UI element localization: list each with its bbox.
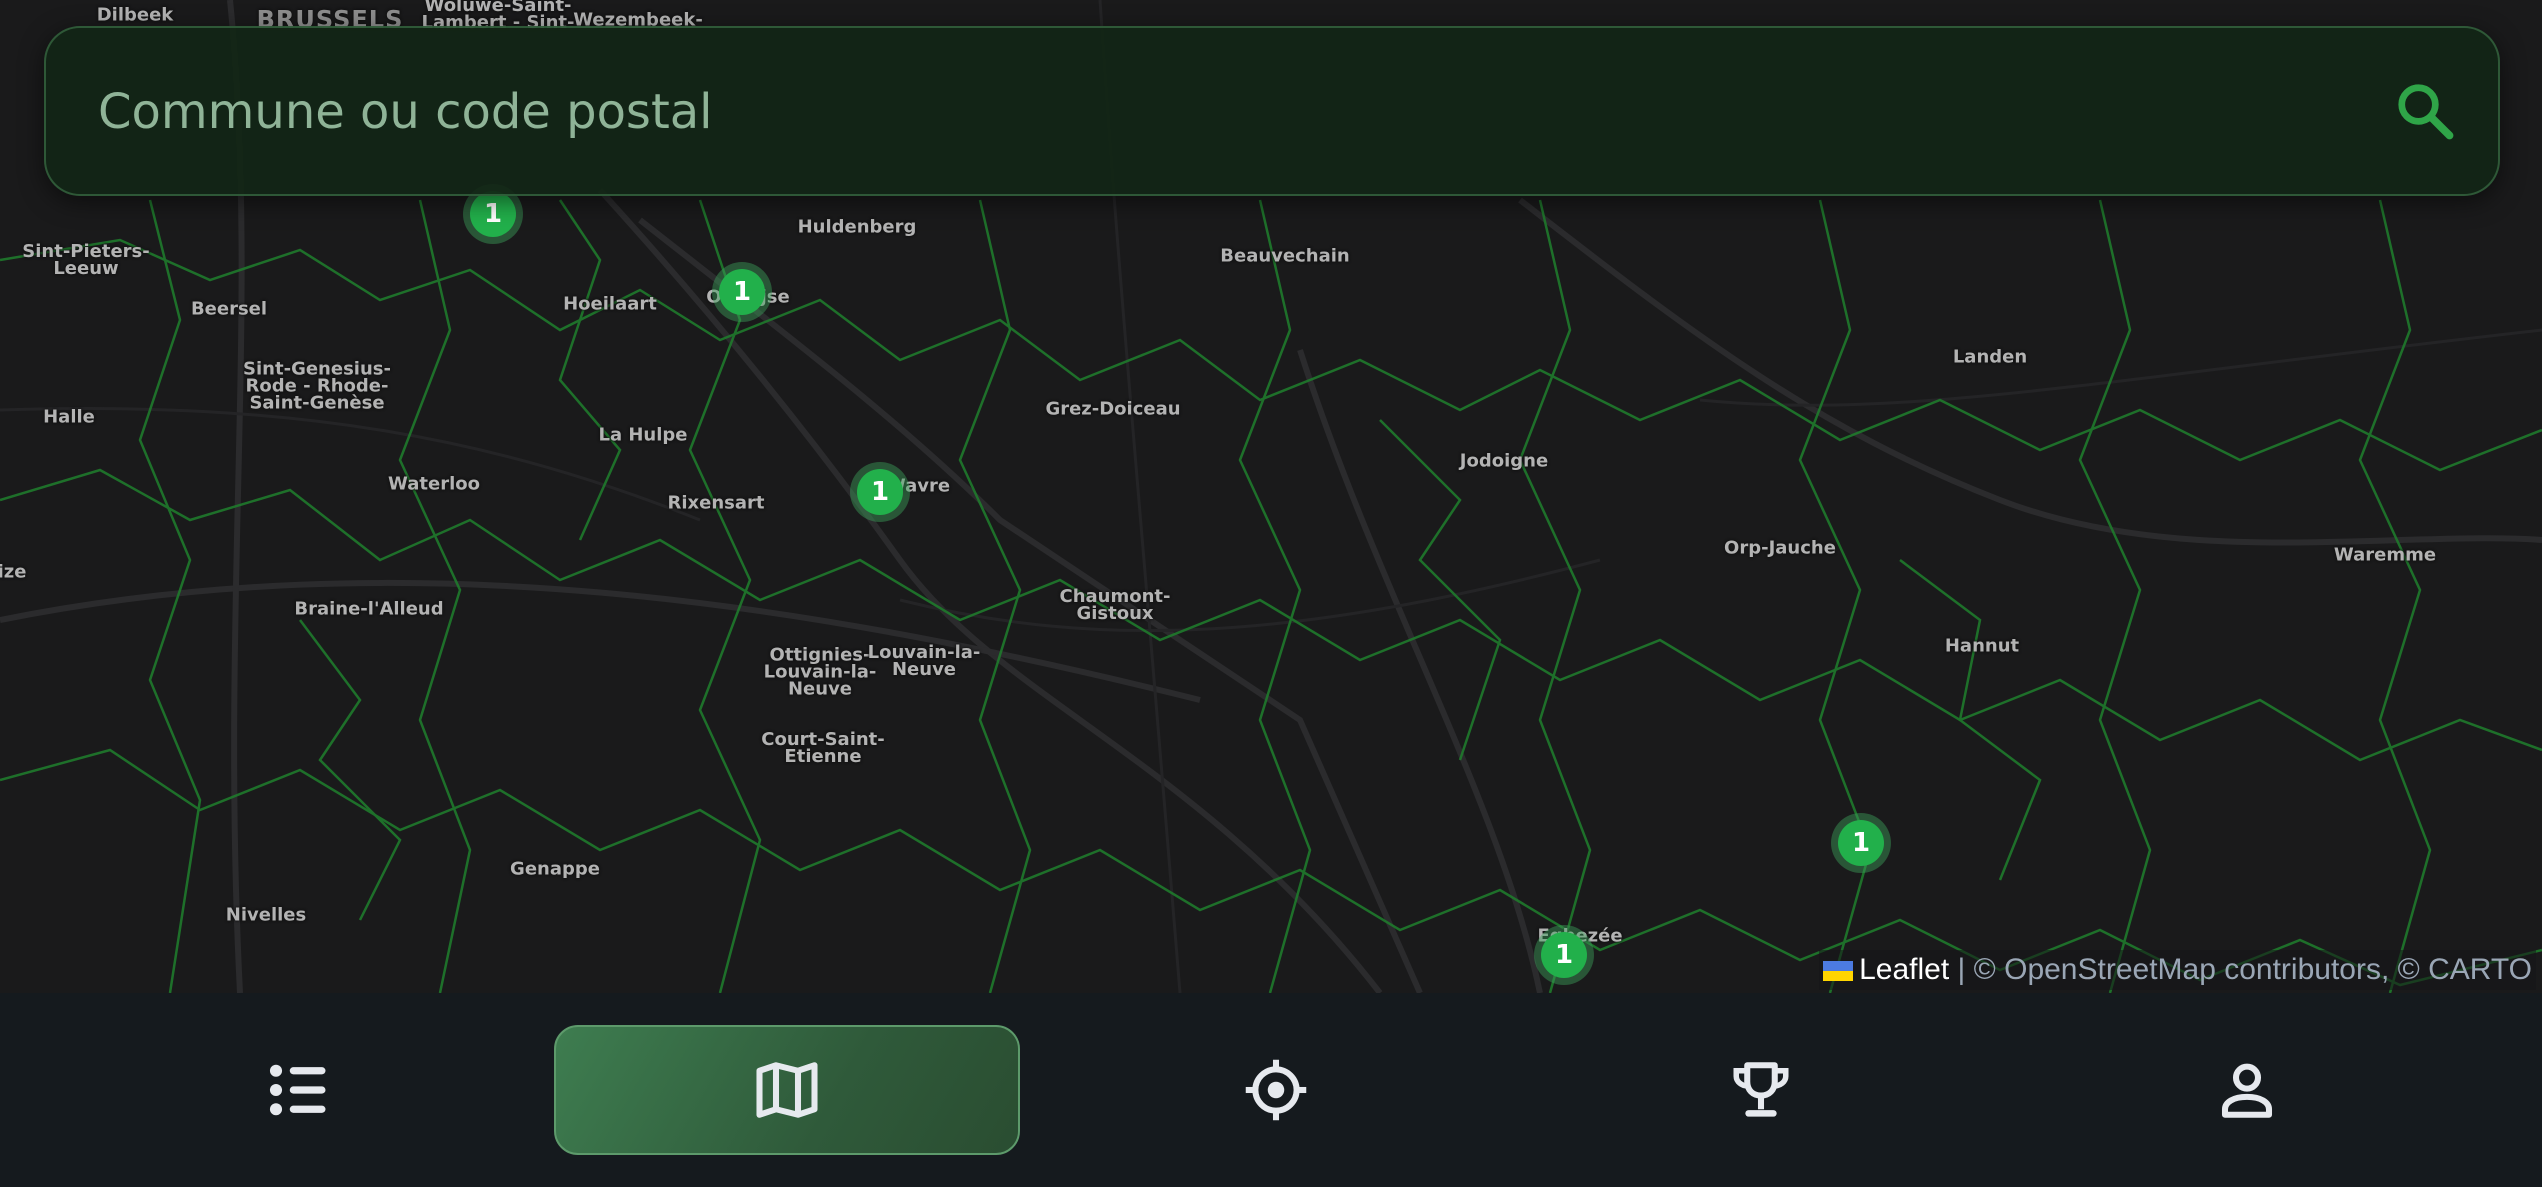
cluster-marker[interactable]: 1	[850, 462, 910, 522]
cluster-count: 1	[857, 469, 903, 515]
map-icon	[756, 1062, 818, 1118]
place-label: Grez-Doiceau	[1045, 398, 1181, 420]
nav-profile-button[interactable]	[2014, 1025, 2480, 1155]
list-icon	[269, 1064, 326, 1116]
search-input[interactable]	[96, 28, 2380, 196]
cluster-marker[interactable]: 1	[712, 262, 772, 322]
place-label: Orp-Jauche	[1724, 537, 1836, 559]
place-label: La Hulpe	[598, 424, 688, 446]
place-label: Jodoigne	[1459, 450, 1549, 472]
nav-locate-button[interactable]	[1043, 1025, 1509, 1155]
place-label: Waremme	[2333, 544, 2437, 566]
nav-ranking-button[interactable]	[1528, 1025, 1994, 1155]
ukraine-flag-icon	[1823, 961, 1854, 981]
place-label: Chaumont- Gistoux	[1059, 586, 1171, 624]
nav-list-button[interactable]	[65, 1025, 531, 1155]
user-icon	[2221, 1063, 2273, 1118]
place-label: Genappe	[510, 858, 600, 880]
leaflet-link[interactable]: Leaflet	[1859, 953, 1949, 986]
place-label: ize	[0, 561, 27, 583]
nav-map-button[interactable]	[554, 1025, 1020, 1155]
place-label: Rixensart	[667, 492, 765, 514]
place-label: Ottignies- Louvain-la- Neuve	[763, 644, 877, 700]
search-bar	[44, 26, 2500, 196]
cluster-count: 1	[1838, 820, 1884, 866]
target-icon	[1245, 1059, 1307, 1121]
bottom-nav	[0, 993, 2542, 1187]
place-label: Sint-Pieters- Leeuw	[22, 241, 150, 279]
place-label: Huldenberg	[797, 216, 917, 238]
place-label: Nivelles	[225, 904, 307, 926]
place-label: Hannut	[1944, 635, 2020, 657]
place-label: Court-Saint- Etienne	[761, 729, 885, 767]
cluster-marker[interactable]: 1	[1534, 925, 1594, 985]
place-label: Beauvechain	[1220, 245, 1350, 267]
cluster-count: 1	[1541, 932, 1587, 978]
search-icon[interactable]	[2394, 80, 2456, 142]
trophy-icon	[1733, 1062, 1789, 1117]
place-label: Louvain-la- Neuve	[867, 642, 981, 680]
place-label: Waterloo	[388, 473, 480, 495]
place-label: Landen	[1952, 346, 2028, 368]
place-label: Halle	[43, 406, 95, 428]
attribution-text: | © OpenStreetMap contributors, © CARTO	[1949, 953, 2532, 986]
place-label: Beersel	[190, 298, 268, 320]
cluster-marker[interactable]: 1	[1831, 813, 1891, 873]
cluster-count: 1	[719, 269, 765, 315]
place-label: Braine-l'Alleud	[294, 598, 444, 620]
place-label: Dilbeek	[96, 4, 174, 26]
place-label: Sint-Genesius- Rode - Rhode- Saint-Genès…	[243, 358, 391, 414]
cluster-count: 1	[470, 191, 516, 237]
map-attribution: Leaflet | © OpenStreetMap contributors, …	[1819, 950, 2536, 990]
place-label: Hoeilaart	[563, 293, 657, 315]
